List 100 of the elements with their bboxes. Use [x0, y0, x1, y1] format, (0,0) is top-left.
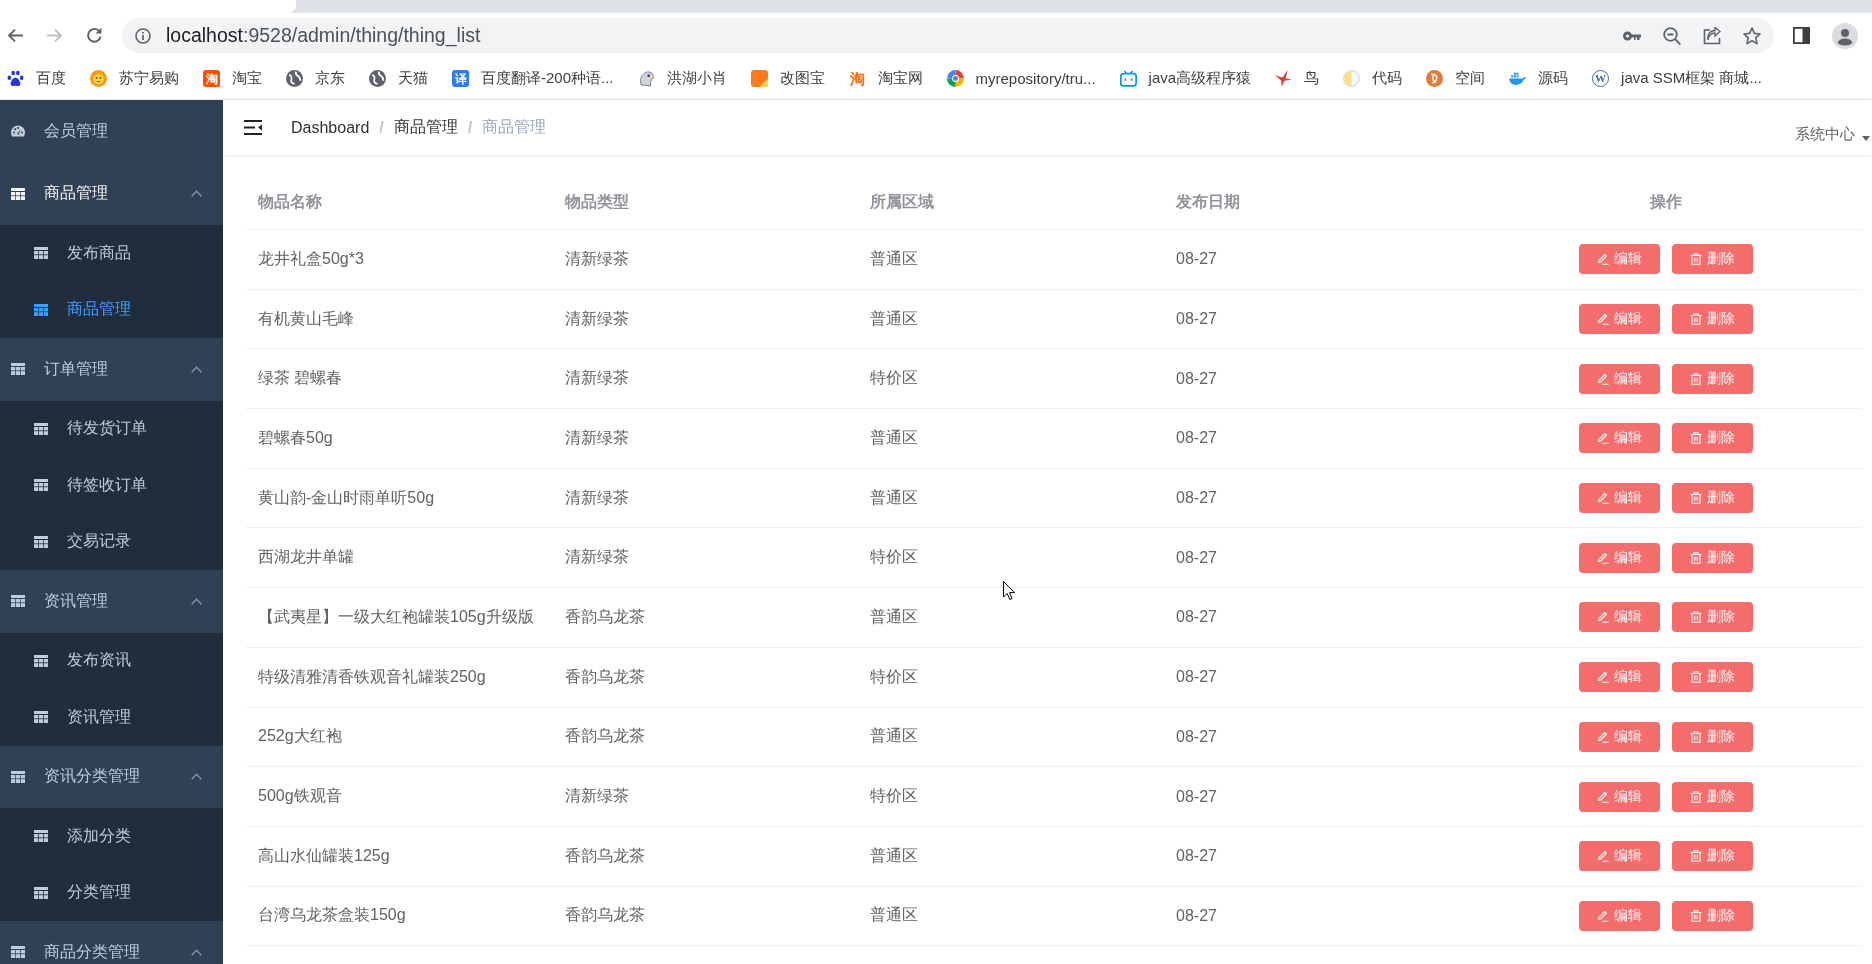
table-cell-text: 特价区 — [870, 666, 918, 687]
table-cell: 08-27 — [1176, 787, 1217, 806]
glyph-tile-icon: 译 — [452, 70, 469, 87]
glyph-tile-icon: 淘 — [203, 70, 220, 87]
table-cell-text: 普通区 — [870, 308, 918, 329]
user-dropdown[interactable]: 系统中心 — [1795, 125, 1872, 144]
trash-icon — [1690, 850, 1702, 863]
glyph-logo-icon: 淘 — [848, 70, 866, 87]
submenu-item[interactable]: 商品管理 — [0, 281, 223, 338]
info-icon[interactable] — [135, 27, 151, 44]
trash-icon — [1690, 671, 1702, 684]
zoom-out-icon[interactable] — [1663, 26, 1681, 45]
submenu-item[interactable]: 资讯管理 — [0, 689, 223, 746]
side-panel-icon[interactable] — [1793, 27, 1810, 44]
pencil-icon — [1597, 372, 1609, 385]
submenu-item[interactable]: 交易记录 — [0, 513, 223, 570]
trash-icon — [1690, 432, 1702, 445]
grid-icon — [34, 830, 48, 843]
breadcrumb-link[interactable]: 商品管理 — [393, 117, 458, 138]
reload-icon[interactable] — [86, 27, 103, 44]
table-cell: 08-27 — [1176, 250, 1217, 269]
pencil-icon — [1597, 790, 1609, 803]
bookmark-link[interactable]: 空间 — [1426, 69, 1486, 88]
grid-icon — [34, 303, 48, 316]
table-cell-text: 香韵乌龙茶 — [565, 905, 645, 926]
table-cell-text: 【武夷星】一级大红袍罐装105g升级版 — [258, 606, 534, 627]
trash-icon — [1690, 790, 1702, 803]
bookmark-link[interactable]: 洪湖小肖 — [637, 69, 727, 88]
table-cell-text: 特价区 — [870, 786, 918, 807]
grid-icon — [11, 187, 25, 200]
table-cell: 08-27 — [1176, 847, 1217, 866]
submenu-item[interactable]: 待签收订单 — [0, 457, 223, 514]
table-cell-text: 台湾乌龙茶盒装150g — [258, 905, 406, 926]
half-circle-icon — [1343, 70, 1361, 87]
trash-icon — [1690, 551, 1702, 564]
bookmark-link[interactable]: 代码 — [1343, 69, 1403, 88]
column-header: 物品类型 — [565, 191, 629, 212]
breadcrumb-separator: / — [379, 118, 384, 137]
bookmark-link[interactable]: 百度 — [7, 69, 66, 88]
profile-avatar-icon[interactable] — [1832, 22, 1858, 49]
table-cell-text: 特价区 — [870, 368, 918, 389]
submenu-item[interactable]: 分类管理 — [0, 864, 223, 921]
table-cell-text: 500g铁观音 — [258, 786, 342, 807]
bookmark-link[interactable]: myrepository/tru... — [946, 70, 1096, 87]
table-cell-text: 碧螺春50g — [258, 427, 333, 448]
table-cell-text: 香韵乌龙茶 — [565, 726, 645, 747]
gauge-icon — [11, 125, 25, 138]
breadcrumb-separator: / — [467, 118, 473, 137]
table-cell: 08-27 — [1176, 310, 1217, 329]
bookmark-link[interactable]: 京东 — [286, 69, 345, 88]
trash-icon — [1690, 313, 1702, 326]
table-cell: 08-27 — [1176, 727, 1217, 746]
grid-icon — [34, 535, 48, 548]
bookmark-link[interactable]: 源码 — [1509, 69, 1569, 88]
submenu-item[interactable]: 添加分类 — [0, 808, 223, 865]
back-icon[interactable] — [7, 27, 24, 44]
table-cell-text: 普通区 — [870, 905, 918, 926]
grid-icon — [34, 886, 48, 899]
bookmark-link[interactable]: 改图宝 — [750, 69, 825, 88]
pencil-icon — [1597, 432, 1609, 445]
grid-icon — [34, 247, 48, 260]
address-bar[interactable]: localhost:9528/admin/thing/thing_list — [122, 18, 1774, 53]
table-cell: 08-27 — [1176, 369, 1217, 388]
pencil-icon — [1597, 492, 1609, 505]
table-cell-text: 香韵乌龙茶 — [565, 666, 645, 687]
bookmark-link[interactable]: W java SSM框架 商城... — [1592, 69, 1762, 88]
trash-icon — [1690, 611, 1702, 624]
table-cell-text: 252g大红袍 — [258, 726, 342, 747]
trash-icon — [1690, 492, 1702, 505]
grid-icon — [34, 422, 48, 435]
bookmark-link[interactable]: 苏宁易购 — [90, 69, 179, 88]
table-cell-text: 普通区 — [870, 248, 918, 269]
bookmark-link[interactable]: 鸟 — [1275, 69, 1320, 88]
mouse-pointer-icon — [1003, 581, 1015, 600]
pencil-icon — [1597, 850, 1609, 863]
table-cell-text: 香韵乌龙茶 — [565, 606, 645, 627]
submenu-item[interactable]: 待发货订单 — [0, 400, 223, 457]
bookmark-link[interactable]: 天猫 — [369, 69, 428, 88]
grid-icon — [11, 595, 25, 608]
table-cell-text: 特价区 — [870, 547, 918, 568]
menu-icon[interactable] — [244, 120, 262, 135]
grid-icon — [34, 479, 48, 492]
submenu-item[interactable]: 发布商品 — [0, 225, 223, 282]
table-cell: 08-27 — [1176, 548, 1217, 567]
table-cell-text: 特级清雅清香铁观音礼罐装250g — [258, 666, 486, 687]
bookmark-link[interactable]: 译 百度翻译-200种语... — [452, 69, 614, 88]
bookmark-link[interactable]: java高级程序猿 — [1119, 69, 1252, 88]
breadcrumb-link[interactable]: Dashboard — [291, 118, 370, 137]
submenu-item[interactable]: 发布资讯 — [0, 632, 223, 689]
table-cell-text: 西湖龙井单罐 — [258, 547, 354, 568]
share-icon[interactable] — [1703, 26, 1721, 45]
pencil-icon — [1597, 313, 1609, 326]
bookmark-link[interactable]: 淘 淘宝网 — [848, 69, 923, 88]
globe-icon — [286, 70, 303, 87]
table-cell-text: 普通区 — [870, 845, 918, 866]
grid-icon — [11, 770, 25, 783]
bookmark-link[interactable]: 淘 淘宝 — [203, 69, 262, 88]
column-header: 操作 — [1650, 191, 1682, 212]
star-icon[interactable] — [1743, 26, 1761, 45]
table-cell-text: 清新绿茶 — [565, 487, 629, 508]
